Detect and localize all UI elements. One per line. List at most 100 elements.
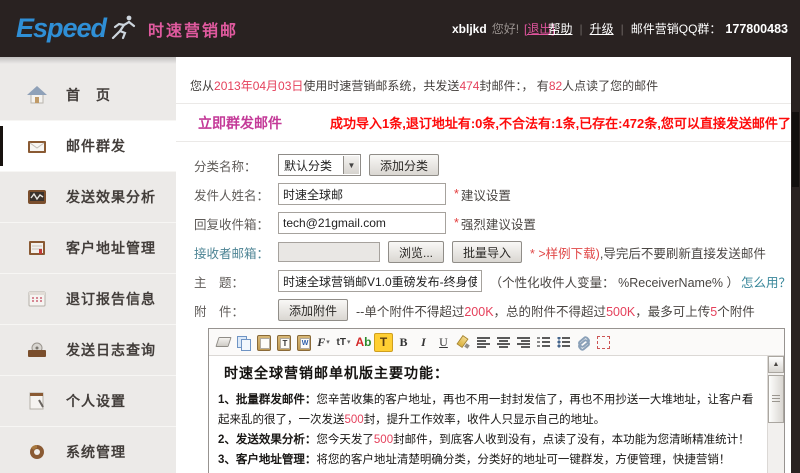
erase-icon[interactable] [214, 333, 233, 352]
address-book-icon [24, 237, 50, 259]
sender-row: 发件人姓名： * 建议设置 [194, 183, 791, 205]
underline-icon[interactable] [434, 333, 453, 352]
text-segment: 82 [549, 79, 562, 93]
text-segment: 500 [374, 434, 393, 446]
subject-input[interactable] [278, 270, 482, 292]
paste-word-icon[interactable] [294, 333, 313, 352]
profile-icon [24, 390, 50, 412]
welcome-message: 您从2013年04月03日使用时速营销邮系统，共发送474封邮件：， 有82人点… [176, 57, 791, 104]
send-now-link[interactable]: 立即群发邮件 [198, 113, 282, 133]
sidebar-item-analytics[interactable]: 发送效果分析 [0, 172, 176, 223]
text-segment: 3、客户地址管理： [218, 454, 316, 466]
attachment-note: --单个附件不得超过200K，总的附件不得超过500K，最多可上传5个附件 [356, 301, 755, 320]
receivers-label: 接收者邮箱： [194, 243, 278, 262]
category-row: 分类名称： 默认分类 ▼ 添加分类 [194, 154, 791, 176]
how-to-use-link[interactable]: 怎么用？ [741, 272, 791, 291]
main-content: 您从2013年04月03日使用时速营销邮系统，共发送474封邮件：， 有82人点… [176, 57, 791, 473]
paste-text-icon[interactable] [274, 333, 293, 352]
help-link[interactable]: 帮助 [548, 20, 572, 37]
category-selected-value: 默认分类 [284, 157, 332, 174]
sidebar-item-label: 发送日志查询 [66, 340, 156, 360]
sender-hint: 建议设置 [461, 185, 511, 204]
sidebar-item-label: 发送效果分析 [66, 187, 156, 207]
reply-email-input[interactable] [278, 212, 446, 234]
upgrade-link[interactable]: 升级 [590, 20, 614, 37]
receivers-note: ,导完后不要刷新直接发送邮件 [600, 243, 766, 262]
sidebar-item-system[interactable]: 系统管理 [0, 427, 176, 473]
separator: | [579, 22, 582, 36]
link-icon[interactable] [574, 333, 593, 352]
font-family-icon[interactable] [314, 333, 333, 352]
sidebar-item-profile-settings[interactable]: 个人设置 [0, 376, 176, 427]
text-segment: 2013年04月03日 [214, 79, 303, 93]
font-size-icon[interactable] [334, 333, 353, 352]
header-links: 帮助 | 升级 | 邮件营销QQ群： 177800483 [548, 0, 788, 57]
text-segment: --单个附件不得超过 [356, 305, 464, 319]
text-segment: 200K [464, 305, 493, 319]
runner-icon [108, 14, 138, 45]
chevron-down-icon[interactable]: ▼ [343, 156, 359, 174]
editor-paragraph: 3、客户地址管理：将您的客户地址清楚明确分类，分类好的地址可一键群发，方便管理，… [218, 450, 756, 470]
compose-form: 分类名称： 默认分类 ▼ 添加分类 发件人姓名： * 建议设置 回复收件箱： *… [176, 142, 791, 473]
text-segment: 封邮件，到底客人收到没有，点读了没有，本功能为您清晰精准统计！ [393, 434, 750, 446]
sidebar-item-send-log[interactable]: 发送日志查询 [0, 325, 176, 376]
add-category-button[interactable]: 添加分类 [369, 154, 439, 176]
maximize-icon[interactable] [594, 333, 613, 352]
align-left-icon[interactable] [474, 333, 493, 352]
subject-hint: （个性化收件人变量： %ReceiverName% ） [490, 272, 739, 291]
system-icon [24, 441, 50, 463]
sidebar-item-label: 首 页 [66, 85, 111, 105]
text-color-icon[interactable] [354, 333, 373, 352]
sample-download-link[interactable]: * >样例下载) [530, 243, 600, 262]
italic-icon[interactable] [414, 333, 433, 352]
header: Espeed 时速营销邮 xbljkd 您好! [退出] 帮助 [0, 0, 800, 57]
page-scrollbar-thumb[interactable] [792, 112, 799, 187]
align-right-icon[interactable] [514, 333, 533, 352]
receivers-row: 接收者邮箱： 浏览... 批量导入 * >样例下载) ,导完后不要刷新直接发送邮… [194, 241, 791, 263]
text-segment: 您今天发了 [316, 434, 374, 446]
receivers-file-input[interactable] [278, 242, 380, 262]
format-brush-icon[interactable] [454, 333, 473, 352]
browse-button[interactable]: 浏览... [388, 241, 444, 263]
sender-name-input[interactable] [278, 183, 446, 205]
editor-paragraph: 2、发送效果分析：您今天发了500封邮件，到底客人收到没有，点读了没有，本功能为… [218, 430, 756, 450]
send-log-icon [24, 339, 50, 361]
bold-icon[interactable] [394, 333, 413, 352]
editor-scrollbar-thumb[interactable] [768, 375, 784, 423]
text-segment: 您从 [190, 79, 214, 93]
text-segment: 500 [345, 414, 364, 426]
sidebar: 首 页 邮件群发 发送效果分析 客户地址管理 退订报告信息 [0, 57, 176, 473]
unordered-list-icon[interactable] [554, 333, 573, 352]
text-segment: 2、发送效果分析： [218, 434, 316, 446]
text-segment: 500K [606, 305, 635, 319]
add-attachment-button[interactable]: 添加附件 [278, 299, 348, 321]
sidebar-item-mail-bulk[interactable]: 邮件群发 [0, 121, 176, 172]
page-scrollbar[interactable] [791, 57, 800, 473]
reply-row: 回复收件箱： * 强烈建议设置 [194, 212, 791, 234]
separator: | [621, 22, 624, 36]
text-segment: 1、批量群发邮件： [218, 394, 316, 406]
highlight-icon[interactable] [374, 333, 393, 352]
reply-label: 回复收件箱： [194, 214, 278, 233]
paste-icon[interactable] [254, 333, 273, 352]
ordered-list-icon[interactable] [534, 333, 553, 352]
copy-icon[interactable] [234, 333, 253, 352]
scroll-up-icon[interactable]: ▲ [768, 356, 784, 373]
sidebar-item-unsubscribe-report[interactable]: 退订报告信息 [0, 274, 176, 325]
app-window: Espeed 时速营销邮 xbljkd 您好! [退出] 帮助 [0, 0, 800, 473]
editor-paragraph: 1、批量群发邮件：您辛苦收集的客户地址，再也不用一封封发信了，再也不用抄送一大堆… [218, 390, 756, 430]
sidebar-item-address-book[interactable]: 客户地址管理 [0, 223, 176, 274]
sidebar-item-home[interactable]: 首 页 [0, 70, 176, 121]
editor-body[interactable]: 时速全球营销邮单机版主要功能： 1、批量群发邮件：您辛苦收集的客户地址，再也不用… [209, 356, 784, 473]
editor-scrollbar[interactable]: ▲ [767, 356, 784, 473]
text-segment: 474 [459, 79, 479, 93]
category-select[interactable]: 默认分类 ▼ [278, 154, 361, 176]
logo: Espeed 时速营销邮 [16, 0, 238, 57]
logo-text-cn: 时速营销邮 [148, 17, 238, 41]
align-center-icon[interactable] [494, 333, 513, 352]
text-segment: 使用时速营销邮系统，共发送 [303, 79, 459, 93]
qq-group-label: 邮件营销QQ群： [631, 20, 722, 37]
batch-import-button[interactable]: 批量导入 [452, 241, 522, 263]
sender-label: 发件人姓名： [194, 185, 278, 204]
sidebar-item-label: 客户地址管理 [66, 238, 156, 258]
